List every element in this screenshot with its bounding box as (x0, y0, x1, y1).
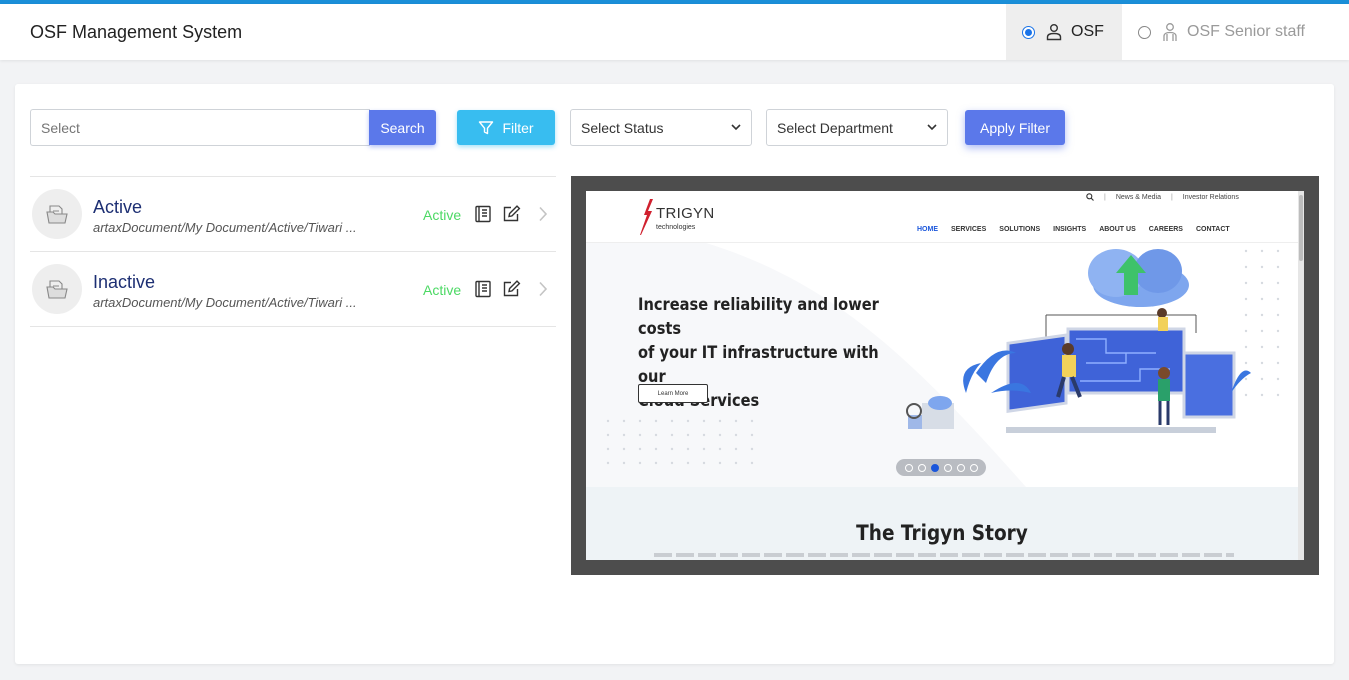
search-button[interactable]: Search (369, 110, 436, 145)
avatar (32, 264, 82, 314)
preview-util-link: News & Media (1115, 193, 1161, 201)
carousel-dot[interactable] (969, 463, 978, 472)
preview-scrollbar[interactable] (1298, 191, 1304, 560)
document-path: artaxDocument/My Document/Active/Tiwari … (93, 295, 357, 310)
filter-icon (478, 120, 494, 136)
status-select-value: Select Status (581, 119, 664, 136)
folder-icon (45, 278, 69, 300)
document-preview: TRIGYN technologies | News & Media | Inv… (571, 176, 1319, 575)
role-label-senior-staff: OSF Senior staff (1187, 23, 1305, 40)
preview-nav-items: HOME SERVICES SOLUTIONS INSIGHTS ABOUT U… (917, 226, 1230, 233)
preview-nav: TRIGYN technologies | News & Media | Inv… (586, 191, 1298, 243)
preview-nav-item: SERVICES (951, 226, 987, 233)
preview-nav-item: SOLUTIONS (999, 226, 1041, 233)
role-tab-osf[interactable]: OSF (1006, 4, 1122, 60)
document-list: Active artaxDocument/My Document/Active/… (30, 176, 556, 327)
avatar (32, 189, 82, 239)
preview-story-text (654, 553, 1234, 557)
preview-utility-links: | News & Media | Investor Relations (1086, 193, 1239, 201)
edit-icon[interactable] (502, 280, 521, 298)
chevron-right-icon[interactable] (538, 281, 548, 297)
apply-filter-button[interactable]: Apply Filter (965, 110, 1065, 145)
preview-story-section: The Trigyn Story (586, 487, 1298, 560)
chevron-right-icon[interactable] (538, 206, 548, 222)
role-label-osf: OSF (1071, 23, 1104, 40)
document-title[interactable]: Active (93, 197, 142, 218)
edit-icon[interactable] (502, 205, 521, 223)
folder-icon (45, 203, 69, 225)
learn-more-button[interactable]: Learn More (638, 384, 708, 403)
preview-nav-item: INSIGHTS (1053, 226, 1087, 233)
preview-util-link: Investor Relations (1182, 193, 1239, 201)
role-tab-senior-staff[interactable]: OSF Senior staff (1122, 4, 1322, 60)
carousel-dot[interactable] (956, 463, 965, 472)
app-header: OSF Management System OSF OSF Senior sta… (0, 4, 1349, 60)
carousel-dot-active[interactable] (930, 463, 939, 472)
carousel-dot[interactable] (943, 463, 952, 472)
hero-line: of your IT infrastructure with our (638, 343, 879, 387)
preview-nav-item: ABOUT US (1099, 226, 1136, 233)
book-icon[interactable] (474, 280, 492, 298)
search-icon (1086, 193, 1094, 201)
trigyn-logo-icon (638, 199, 654, 240)
role-radio-osf[interactable] (1022, 25, 1035, 39)
carousel-dot[interactable] (904, 463, 913, 472)
filter-button[interactable]: Filter (457, 110, 555, 145)
status-badge: Active (423, 282, 462, 298)
status-select[interactable]: Select Status (570, 109, 752, 146)
preview-nav-item: CONTACT (1195, 226, 1230, 233)
user-icon (1045, 23, 1063, 41)
hero-line: Increase reliability and lower costs (638, 295, 879, 339)
carousel-dot[interactable] (917, 463, 926, 472)
search-input[interactable] (30, 109, 370, 146)
department-select[interactable]: Select Department (766, 109, 948, 146)
cloud-illustration (906, 249, 1251, 433)
status-badge: Active (423, 207, 462, 223)
website-preview[interactable]: TRIGYN technologies | News & Media | Inv… (586, 191, 1304, 560)
carousel-indicator (896, 459, 986, 476)
chevron-down-icon (731, 124, 741, 131)
preview-hero: Increase reliability and lower costs of … (586, 243, 1298, 487)
preview-nav-item: CAREERS (1148, 226, 1183, 233)
document-path: artaxDocument/My Document/Active/Tiwari … (93, 220, 357, 235)
filter-label: Filter (502, 119, 534, 136)
preview-logo-sub: technologies (656, 224, 696, 231)
preview-nav-item: HOME (917, 226, 938, 233)
list-item[interactable]: Inactive artaxDocument/My Document/Activ… (30, 252, 556, 327)
department-select-value: Select Department (777, 119, 893, 136)
preview-story-title: The Trigyn Story (856, 521, 1028, 545)
document-title[interactable]: Inactive (93, 272, 155, 293)
book-icon[interactable] (474, 205, 492, 223)
role-radio-senior-staff[interactable] (1138, 25, 1151, 39)
app-title: OSF Management System (30, 22, 243, 42)
chevron-down-icon (927, 124, 937, 131)
users-icon (1161, 22, 1179, 42)
list-item[interactable]: Active artaxDocument/My Document/Active/… (30, 177, 556, 252)
preview-logo-text: TRIGYN (656, 205, 715, 222)
